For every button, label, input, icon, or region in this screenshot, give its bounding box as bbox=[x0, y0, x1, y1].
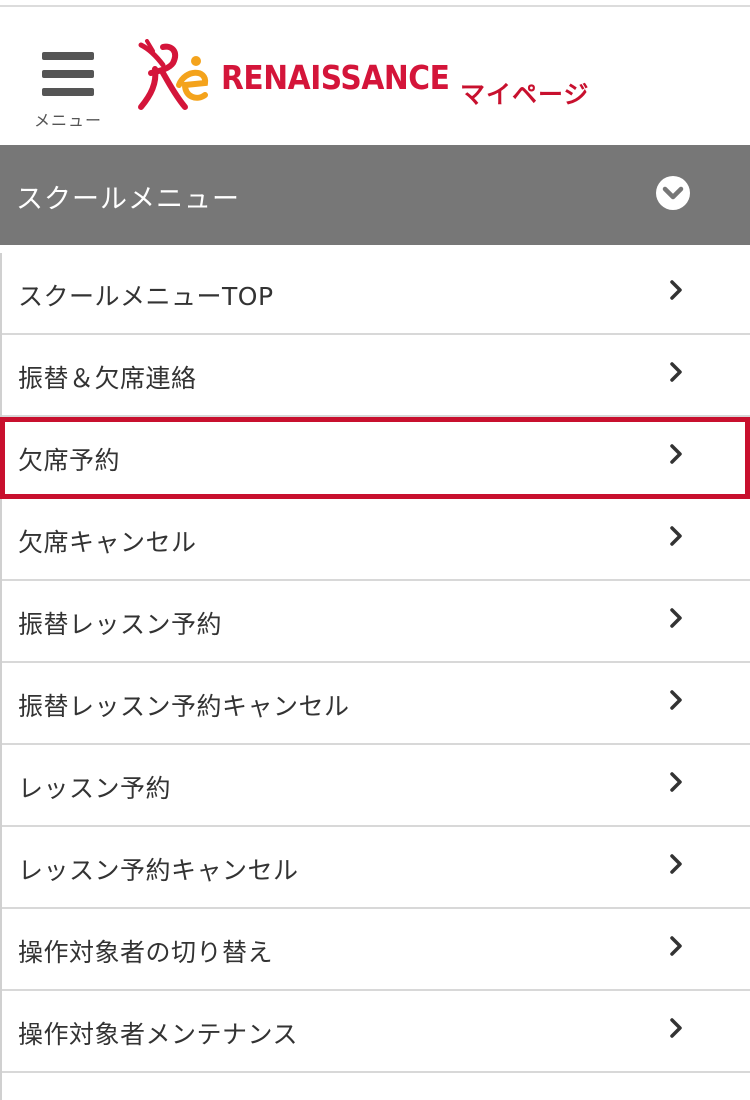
chevron-right-icon bbox=[670, 854, 682, 874]
chevron-right-icon bbox=[670, 444, 682, 464]
chevron-right-icon bbox=[670, 526, 682, 546]
brand-name: RENAISSANCE bbox=[221, 57, 450, 97]
school-menu-header[interactable]: スクールメニュー bbox=[0, 145, 750, 245]
menu-item-lesson-reservation[interactable]: レッスン予約 bbox=[2, 745, 750, 827]
menu-item-school-menu-top[interactable]: スクールメニューTOP bbox=[2, 253, 750, 335]
chevron-right-icon bbox=[670, 1018, 682, 1038]
menu-item-label: 欠席予約 bbox=[18, 446, 121, 475]
school-menu-list: スクールメニューTOP 振替＆欠席連絡 欠席予約 欠席キャンセル 振替レッスン予… bbox=[0, 253, 750, 1100]
brand-logo[interactable]: RENAISSANCE bbox=[133, 37, 475, 117]
menu-item-label: スクールメニューTOP bbox=[18, 282, 274, 311]
chevron-right-icon bbox=[670, 608, 682, 628]
page: メニュー RENAISSANCE マイページ スクールメニュー スクールメニュー… bbox=[0, 0, 750, 1100]
menu-item-target-user-maintenance[interactable]: 操作対象者メンテナンス bbox=[2, 991, 750, 1073]
chevron-down-circle-icon[interactable] bbox=[655, 175, 691, 211]
menu-item-switch-target-user[interactable]: 操作対象者の切り替え bbox=[2, 909, 750, 991]
chevron-right-icon bbox=[670, 936, 682, 956]
menu-item-lesson-cancel[interactable]: レッスン予約キャンセル bbox=[2, 827, 750, 909]
mypage-label: マイページ bbox=[460, 80, 590, 109]
hamburger-icon bbox=[42, 52, 94, 98]
chevron-right-icon bbox=[670, 772, 682, 792]
menu-button[interactable]: メニュー bbox=[30, 52, 108, 132]
menu-item-absence-cancel[interactable]: 欠席キャンセル bbox=[2, 499, 750, 581]
menu-item-label: 欠席キャンセル bbox=[18, 528, 197, 557]
menu-item-label: 振替＆欠席連絡 bbox=[18, 364, 197, 393]
menu-item-partial[interactable] bbox=[2, 1073, 750, 1100]
menu-item-transfer-lesson-reservation[interactable]: 振替レッスン予約 bbox=[2, 581, 750, 663]
menu-item-label: 振替レッスン予約キャンセル bbox=[18, 692, 350, 721]
section-title: スクールメニュー bbox=[16, 184, 240, 215]
menu-item-transfer-absence-contact[interactable]: 振替＆欠席連絡 bbox=[2, 335, 750, 417]
chevron-right-icon bbox=[670, 690, 682, 710]
menu-label: メニュー bbox=[33, 111, 102, 130]
header: メニュー RENAISSANCE マイページ bbox=[0, 7, 750, 145]
renaissance-logo-icon bbox=[138, 39, 208, 110]
chevron-right-icon bbox=[670, 280, 682, 300]
menu-item-label: 操作対象者メンテナンス bbox=[18, 1020, 299, 1049]
menu-item-label: 振替レッスン予約 bbox=[18, 610, 223, 639]
menu-item-label: レッスン予約 bbox=[18, 774, 172, 803]
menu-item-absence-reservation[interactable]: 欠席予約 bbox=[0, 417, 750, 499]
menu-item-label: レッスン予約キャンセル bbox=[18, 856, 299, 885]
menu-item-transfer-lesson-cancel[interactable]: 振替レッスン予約キャンセル bbox=[2, 663, 750, 745]
chevron-right-icon bbox=[670, 362, 682, 382]
menu-item-label: 操作対象者の切り替え bbox=[18, 938, 274, 967]
